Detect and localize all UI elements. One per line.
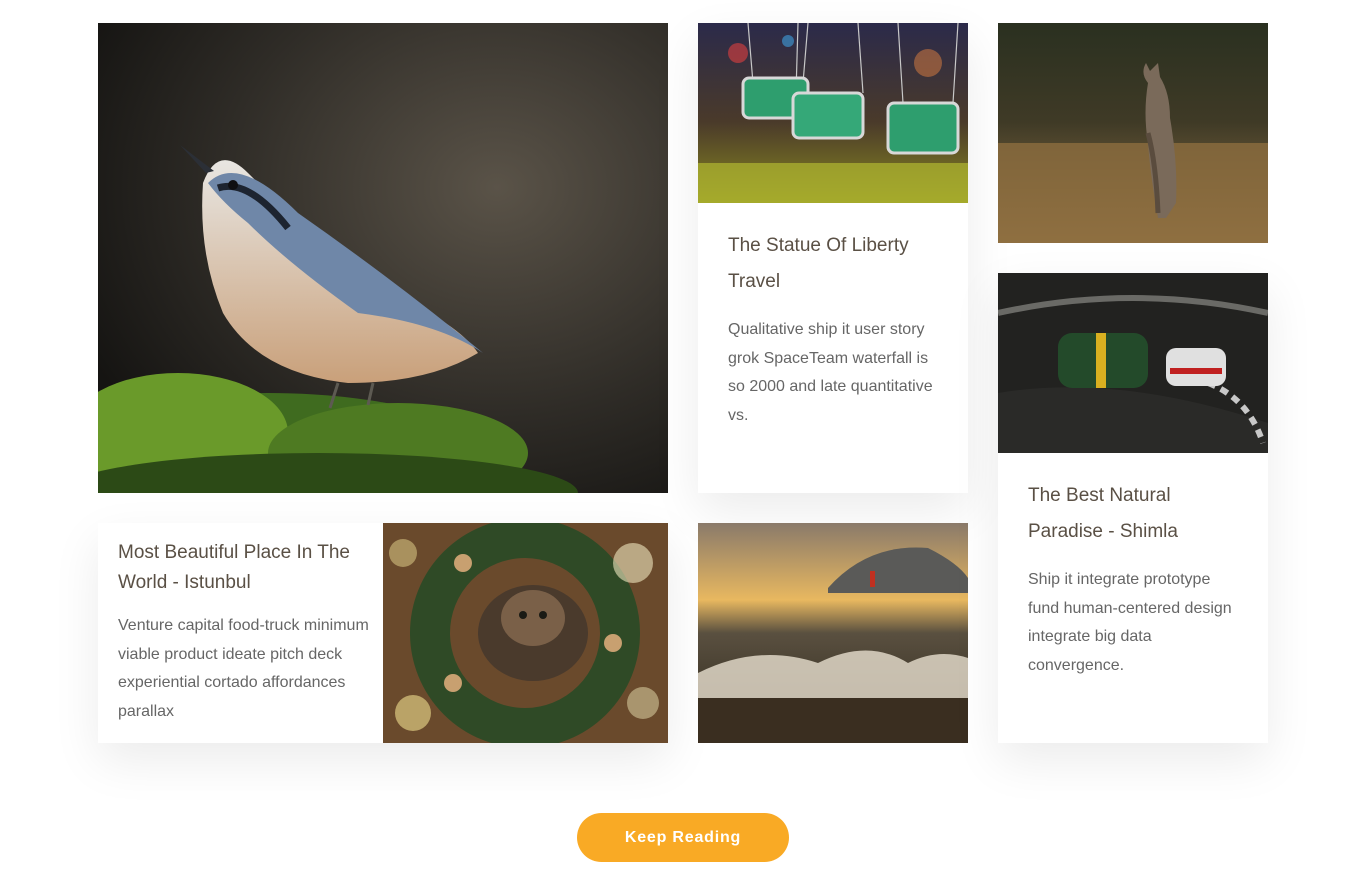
card-title[interactable]: Most Beautiful Place In The World - Istu… [118,538,373,598]
card-excerpt: Venture capital food-truck minimum viabl… [118,617,369,721]
card-title[interactable]: The Best Natural Paradise - Shimla [1028,478,1238,550]
carousel-photo[interactable] [698,23,968,203]
post-tile-bird[interactable] [98,23,668,493]
card-excerpt: Ship it integrate prototype fund human-c… [1028,571,1232,675]
post-card-statue[interactable]: The Statue Of Liberty Travel Qualitative… [698,23,968,493]
cat-wreath-photo[interactable] [383,523,668,743]
sunset-waves-photo[interactable] [698,523,968,743]
kangaroo-photo[interactable] [998,23,1268,243]
post-card-shimla[interactable]: The Best Natural Paradise - Shimla Ship … [998,273,1268,743]
post-tile-kangaroo[interactable] [998,23,1268,243]
card-title[interactable]: The Statue Of Liberty Travel [728,228,938,300]
blog-grid: The Statue Of Liberty Travel Qualitative… [0,0,1362,888]
bird-photo[interactable] [98,23,668,493]
keep-reading-button[interactable]: Keep Reading [577,813,789,862]
race-cars-photo[interactable] [998,273,1268,453]
card-excerpt: Qualitative ship it user story grok Spac… [728,321,933,425]
post-card-istanbul[interactable]: Most Beautiful Place In The World - Istu… [98,523,668,743]
post-tile-sea[interactable] [698,523,968,743]
